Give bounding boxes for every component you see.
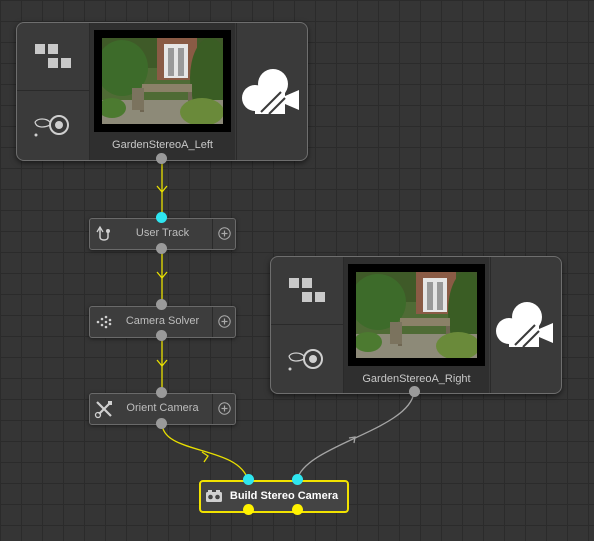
blocks-icon[interactable]: [271, 257, 343, 325]
blocks-icon[interactable]: [17, 23, 89, 91]
lens-target-icon[interactable]: [271, 325, 343, 392]
camera-solver-output-port[interactable]: [156, 330, 167, 341]
source-node-right-controls: [271, 257, 344, 393]
build-stereo-left-output-port[interactable]: [243, 504, 254, 515]
source-node-left[interactable]: GardenStereoA_Left: [16, 22, 308, 161]
garden-thumbnail: [348, 264, 485, 366]
source-node-right-label: GardenStereoA_Right: [362, 373, 471, 385]
build-stereo-right-input-port[interactable]: [292, 474, 303, 485]
orient-camera-input-port[interactable]: [156, 387, 167, 398]
garden-thumbnail: [94, 30, 231, 132]
camera-solver-input-port[interactable]: [156, 299, 167, 310]
source-right-output-port[interactable]: [409, 386, 420, 397]
add-circle-icon[interactable]: [218, 315, 231, 328]
source-node-right-preview: GardenStereoA_Right: [344, 257, 489, 393]
lens-target-icon[interactable]: [17, 91, 89, 158]
source-node-left-label: GardenStereoA_Left: [112, 139, 213, 151]
camera-solver-label: Camera Solver: [125, 315, 200, 327]
source-node-right[interactable]: GardenStereoA_Right: [270, 256, 562, 394]
movie-camera-icon: [490, 257, 561, 393]
build-stereo-left-input-port[interactable]: [243, 474, 254, 485]
wire-orient-to-build: [161, 422, 249, 481]
source-node-left-preview: GardenStereoA_Left: [90, 23, 235, 160]
build-stereo-camera-label: Build Stereo Camera: [229, 490, 339, 502]
add-circle-icon[interactable]: [218, 227, 231, 240]
movie-camera-icon: [236, 23, 307, 160]
camera-solver-icon: [96, 315, 112, 329]
stereo-camera-icon: [206, 490, 222, 502]
source-node-left-controls: [17, 23, 90, 160]
tools-icon: [94, 401, 112, 419]
user-track-label: User Track: [135, 227, 190, 239]
build-stereo-right-output-port[interactable]: [292, 504, 303, 515]
user-track-input-port[interactable]: [156, 212, 167, 223]
orient-camera-output-port[interactable]: [156, 418, 167, 429]
orient-camera-label: Orient Camera: [126, 402, 199, 414]
source-left-output-port[interactable]: [156, 153, 167, 164]
user-track-output-port[interactable]: [156, 243, 167, 254]
user-track-icon: [96, 225, 110, 241]
wire-right-to-build: [296, 391, 415, 481]
build-stereo-camera-node[interactable]: Build Stereo Camera: [199, 480, 349, 513]
add-circle-icon[interactable]: [218, 402, 231, 415]
